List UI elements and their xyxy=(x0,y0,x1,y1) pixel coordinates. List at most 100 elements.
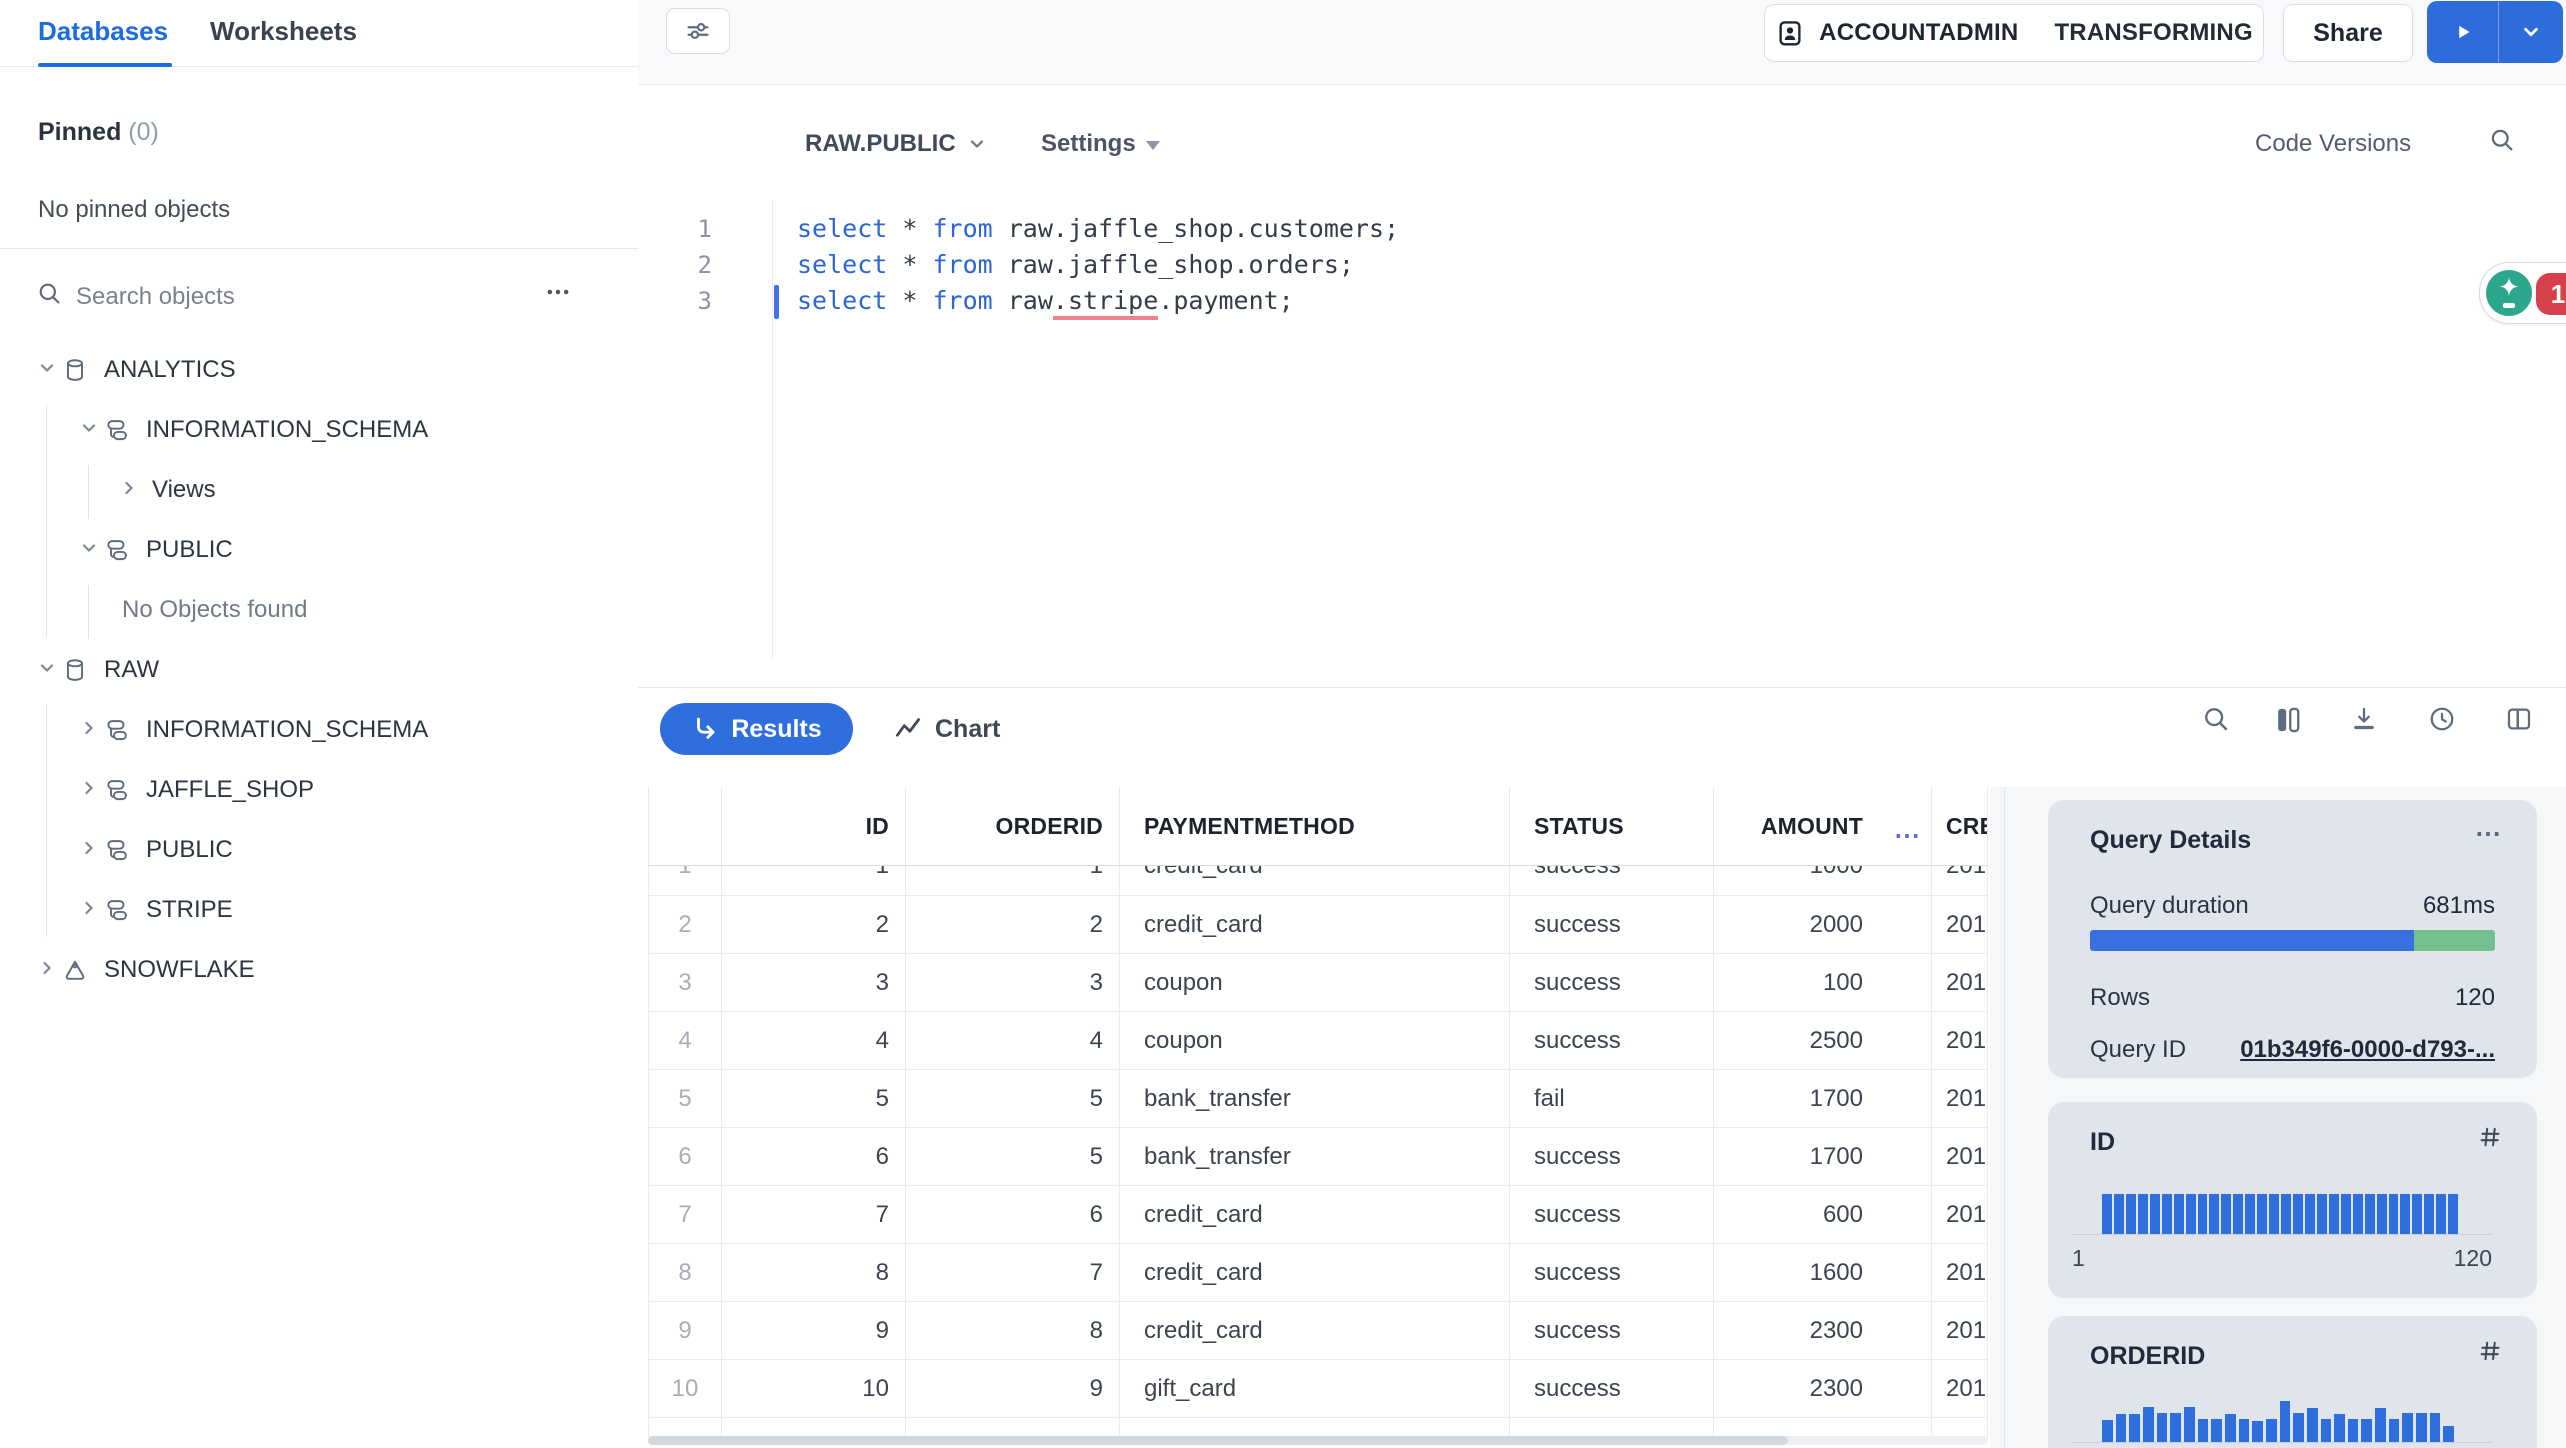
object-search[interactable]: Search objects xyxy=(0,266,638,330)
tree-item-public[interactable]: PUBLIC xyxy=(0,521,638,581)
tree-item-snowflake[interactable]: SNOWFLAKE xyxy=(0,941,638,1001)
column-header[interactable] xyxy=(648,787,722,865)
code-line[interactable]: 1 select * from raw.jaffle_shop.customers… xyxy=(638,211,1938,247)
table-cell: fail xyxy=(1510,1070,1714,1127)
id-axis-min: 1 xyxy=(2072,1245,2085,1271)
history-clock-icon[interactable] xyxy=(2427,704,2457,734)
column-panel-id[interactable]: ID 1 120 xyxy=(2048,1102,2537,1298)
code-versions-link[interactable]: Code Versions xyxy=(2255,130,2411,158)
copilot-suggestion-chip[interactable]: ✦ 1 xyxy=(2479,262,2566,324)
tab-chart[interactable]: Chart xyxy=(893,703,1000,755)
run-options-button[interactable] xyxy=(2498,1,2563,63)
histogram-bar xyxy=(2429,1413,2441,1442)
histogram-bar xyxy=(2352,1194,2363,1234)
column-panel-orderid[interactable]: ORDERID xyxy=(2048,1316,2537,1448)
table-cell: 2018 xyxy=(1932,1302,1988,1359)
download-icon[interactable] xyxy=(2349,704,2379,734)
tab-databases[interactable]: Databases xyxy=(38,16,168,47)
histogram-bar xyxy=(2209,1194,2220,1234)
run-button[interactable] xyxy=(2427,1,2498,63)
schema-icon xyxy=(104,537,130,563)
sql-editor[interactable]: 1 select * from raw.jaffle_shop.customers… xyxy=(638,211,1938,320)
table-row: 665bank_transfersuccess17002018 xyxy=(648,1128,1988,1186)
column-header[interactable]: CREATED xyxy=(1932,787,1988,865)
histogram-bar xyxy=(2388,1419,2400,1442)
histogram-bar xyxy=(2412,1194,2423,1234)
share-button[interactable]: Share xyxy=(2283,4,2413,62)
table-cell: credit_card xyxy=(1120,866,1510,895)
tree-item-views[interactable]: Views xyxy=(0,461,638,521)
histogram-bar xyxy=(2142,1407,2154,1442)
tree-item-information-schema[interactable]: INFORMATION_SCHEMA xyxy=(0,701,638,761)
table-cell: 2300 xyxy=(1714,1302,1932,1359)
context-selector-button[interactable]: ACCOUNTADMIN TRANSFORMING xyxy=(1764,4,2264,62)
table-cell: gift_card xyxy=(1120,1360,1510,1417)
table-header-row: IDORDERIDPAYMENTMETHODSTATUSAMOUNTCREATE… xyxy=(648,787,1988,866)
query-details-menu-icon[interactable]: ⋯ xyxy=(2475,818,2503,849)
table-cell: success xyxy=(1510,1128,1714,1185)
table-cell: success xyxy=(1510,896,1714,953)
horizontal-scrollbar[interactable] xyxy=(648,1436,1988,1445)
sidebar-tabs: Databases Worksheets xyxy=(0,0,638,67)
editor-search-icon[interactable] xyxy=(2488,126,2516,154)
chevron-down-icon xyxy=(78,417,100,439)
table-cell: 7 xyxy=(906,1244,1120,1301)
search-icon xyxy=(36,280,63,307)
tree-item-public[interactable]: PUBLIC xyxy=(0,821,638,881)
table-row: 555bank_transferfail17002018 xyxy=(648,1070,1988,1128)
tree-item-jaffle-shop[interactable]: JAFFLE_SHOP xyxy=(0,761,638,821)
split-panel-icon[interactable] xyxy=(2504,704,2534,734)
column-panel-orderid-title: ORDERID xyxy=(2090,1342,2206,1370)
tree-item-label: PUBLIC xyxy=(146,836,233,863)
column-header[interactable]: PAYMENTMETHOD xyxy=(1120,787,1510,865)
tree-item-stripe[interactable]: STRIPE xyxy=(0,881,638,941)
histogram-bar xyxy=(2257,1194,2268,1234)
editor-settings-dropdown[interactable]: Settings xyxy=(1041,130,1160,158)
histogram-bar xyxy=(2375,1408,2386,1442)
tab-worksheets[interactable]: Worksheets xyxy=(210,16,357,47)
code-text: select * from raw.stripe.payment; xyxy=(797,283,1294,320)
histogram-bar xyxy=(2245,1194,2256,1234)
histogram-bar xyxy=(2443,1426,2455,1442)
column-header[interactable]: STATUS xyxy=(1510,787,1714,865)
id-histogram xyxy=(2102,1190,2459,1234)
column-overflow-icon[interactable]: ⋯ xyxy=(1894,820,1922,851)
tree-item-analytics[interactable]: ANALYTICS xyxy=(0,341,638,401)
chevron-right-icon xyxy=(78,897,100,919)
table-cell: 8 xyxy=(648,1244,722,1301)
table-cell: bank_transfer xyxy=(1120,1128,1510,1185)
table-cell: credit_card xyxy=(1120,1302,1510,1359)
table-cell: 2300 xyxy=(1714,1360,1932,1417)
columns-icon[interactable] xyxy=(2272,704,2304,736)
code-line[interactable]: 3 select * from raw.stripe.payment; xyxy=(638,283,1938,320)
column-header[interactable]: ID xyxy=(722,787,906,865)
table-row: 776credit_cardsuccess6002018 xyxy=(648,1186,1988,1244)
tab-results[interactable]: Results xyxy=(660,703,853,755)
tree-item-label: STRIPE xyxy=(146,896,233,923)
worksheet-topbar: ACCOUNTADMIN TRANSFORMING Share xyxy=(638,0,2566,85)
line-number: 3 xyxy=(697,287,712,315)
table-cell: 2018 xyxy=(1932,1070,1988,1127)
column-header[interactable]: ORDERID xyxy=(906,787,1120,865)
table-cell: 1 xyxy=(722,866,906,895)
tree-item-information-schema[interactable]: INFORMATION_SCHEMA xyxy=(0,401,638,461)
code-line[interactable]: 2 select * from raw.jaffle_shop.orders; xyxy=(638,247,1938,283)
table-cell: 3 xyxy=(906,954,1120,1011)
search-results-icon[interactable] xyxy=(2201,704,2231,734)
pinned-section-label: Pinned (0) xyxy=(38,118,159,146)
table-cell: 4 xyxy=(722,1012,906,1069)
tree-item-raw[interactable]: RAW xyxy=(0,641,638,701)
sidebar-more-icon[interactable] xyxy=(544,278,572,306)
vertical-scrollbar-track[interactable] xyxy=(2004,787,2005,1448)
orderid-axis xyxy=(2072,1442,2492,1443)
worksheet-config-button[interactable] xyxy=(666,8,730,54)
table-cell: 2018 xyxy=(1932,1012,1988,1069)
query-id-link[interactable]: 01b349f6-0000-d793-... xyxy=(2240,1036,2495,1064)
schema-icon xyxy=(104,417,130,443)
editor-context-dropdown[interactable]: RAW.PUBLIC xyxy=(805,130,988,158)
snowflake-worksheet-app: Databases Worksheets Pinned (0) No pinne… xyxy=(0,0,2566,1448)
schema-icon xyxy=(104,897,130,923)
table-row: 887credit_cardsuccess16002018 xyxy=(648,1244,1988,1302)
histogram-bar xyxy=(2238,1419,2250,1442)
table-cell xyxy=(1510,1418,1714,1438)
